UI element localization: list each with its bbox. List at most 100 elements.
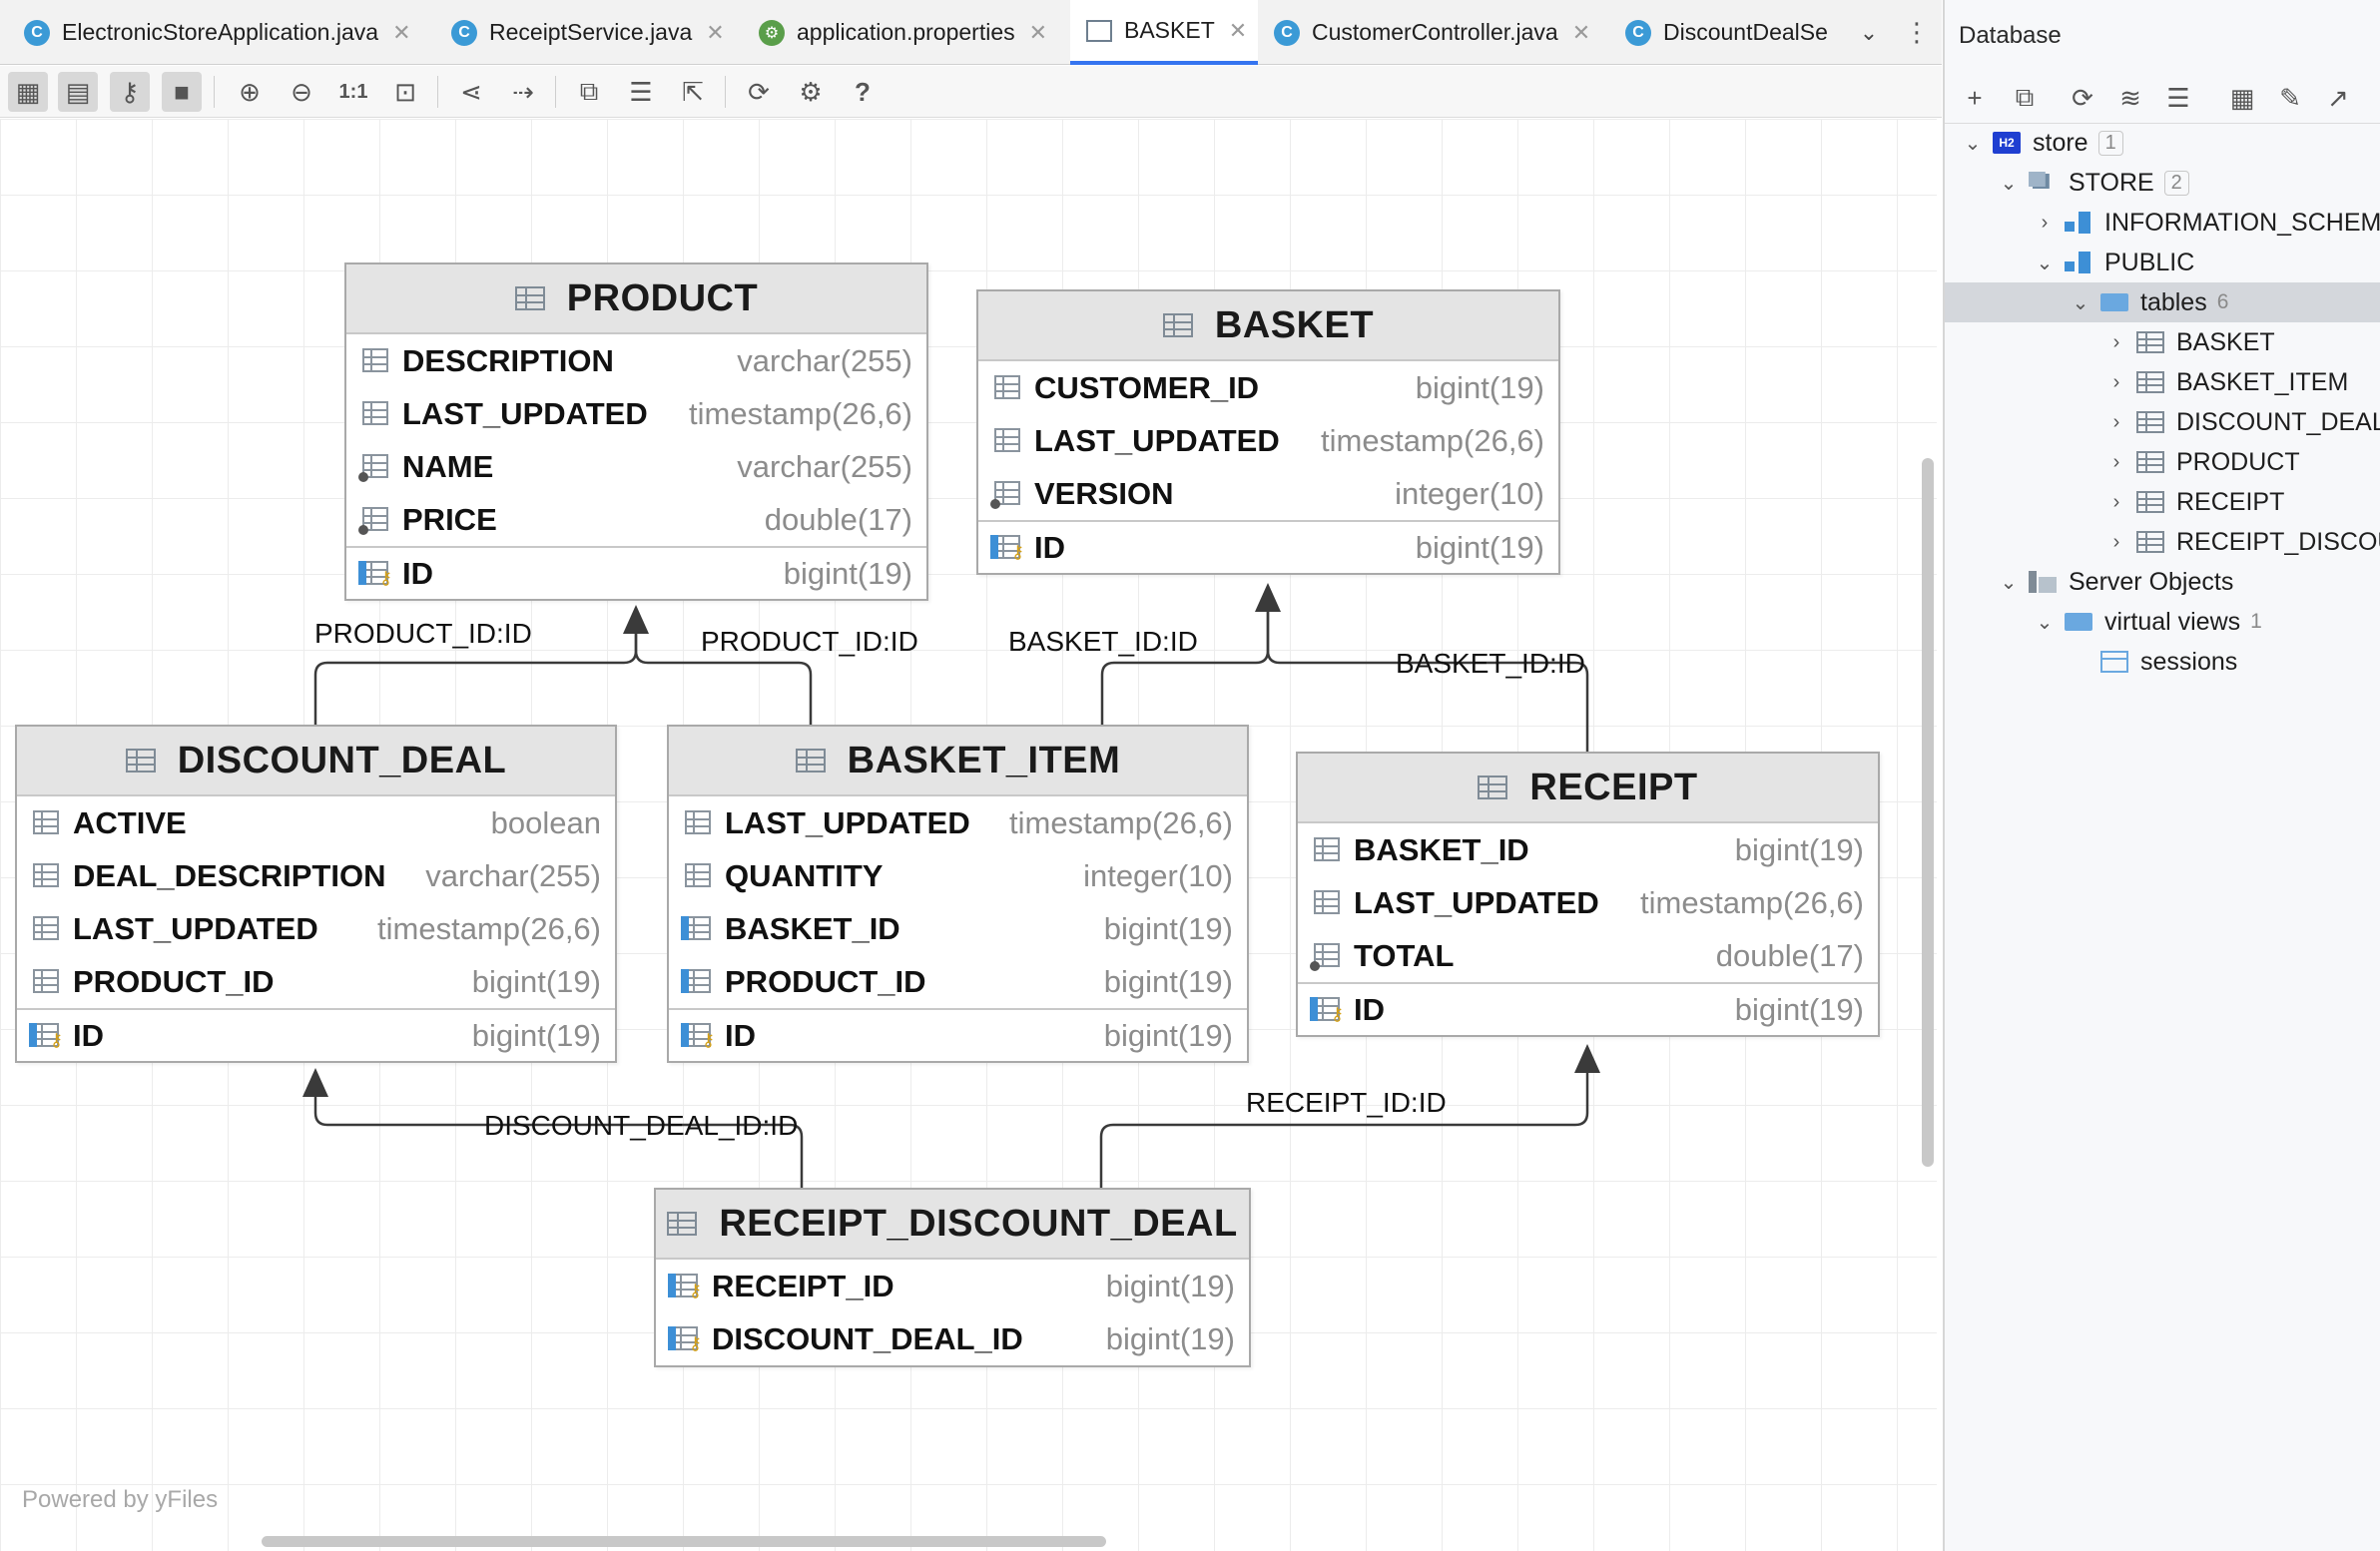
column-row[interactable]: PRODUCT_ID bigint(19) <box>17 955 615 1008</box>
chevron-right-icon[interactable]: › <box>2104 451 2128 474</box>
chevron-down-icon[interactable]: ⌄ <box>1849 0 1889 65</box>
show-comments-icon[interactable]: ■ <box>162 72 202 112</box>
tree-item-basket-item[interactable]: › BASKET_ITEM <box>1945 362 2380 402</box>
tree-item-virtual-views[interactable]: ⌄ virtual views 1 <box>1945 602 2380 642</box>
copy-diagram-icon[interactable]: ⧉ <box>569 72 609 112</box>
tree-item-store[interactable]: ⌄ H2 store 1 <box>1945 123 2380 163</box>
chevron-right-icon[interactable]: › <box>2104 531 2128 554</box>
entity-receipt[interactable]: RECEIPT BASKET_ID bigint(19) LAST_UPDATED… <box>1296 752 1880 1037</box>
close-icon[interactable]: ✕ <box>1572 20 1590 46</box>
data-source-icon[interactable]: ☰ <box>2158 78 2198 118</box>
column-row[interactable]: LAST_UPDATED timestamp(26,6) <box>669 796 1247 849</box>
close-icon[interactable]: ✕ <box>1229 18 1247 44</box>
layout-icon[interactable]: ⋖ <box>451 72 491 112</box>
column-row[interactable]: CUSTOMER_ID bigint(19) <box>978 361 1558 414</box>
schema-settings-icon[interactable]: ≋ <box>2110 78 2150 118</box>
show-table-icon[interactable]: ▤ <box>58 72 98 112</box>
chevron-down-icon[interactable]: ⌄ <box>2033 251 2057 275</box>
chevron-right-icon[interactable]: › <box>2033 212 2057 235</box>
refresh-icon[interactable]: ⟳ <box>739 72 779 112</box>
tab-application-properties[interactable]: ⚙ application.properties ✕ <box>759 0 1068 65</box>
tree-item-basket[interactable]: › BASKET <box>1945 322 2380 362</box>
jump-to-icon[interactable]: ↗ <box>2318 78 2358 118</box>
edit-icon[interactable]: ✎ <box>2270 78 2310 118</box>
entity-receipt-discount-deal[interactable]: RECEIPT_DISCOUNT_DEAL ⚷ RECEIPT_ID bigint(… <box>654 1188 1251 1367</box>
column-row[interactable]: PRICE double(17) <box>346 493 926 546</box>
tree-item-receipt[interactable]: › RECEIPT <box>1945 482 2380 522</box>
fit-content-icon[interactable]: ⊡ <box>385 72 425 112</box>
tree-item-tables[interactable]: ⌄ tables 6 <box>1945 282 2380 322</box>
column-row[interactable]: DEAL_DESCRIPTION varchar(255) <box>17 849 615 902</box>
entity-product[interactable]: PRODUCT DESCRIPTION varchar(255) LAST_UPD… <box>344 262 928 601</box>
tab-basket[interactable]: BASKET ✕ <box>1070 0 1258 65</box>
route-edges-icon[interactable]: ⇢ <box>503 72 543 112</box>
column-row[interactable]: LAST_UPDATED timestamp(26,6) <box>978 414 1558 467</box>
tree-item-sessions[interactable]: sessions <box>1945 642 2380 682</box>
tree-item-public[interactable]: ⌄ PUBLIC <box>1945 243 2380 282</box>
column-row[interactable]: LAST_UPDATED timestamp(26,6) <box>17 902 615 955</box>
chevron-down-icon[interactable]: ⌄ <box>2069 290 2092 315</box>
column-row[interactable]: VERSION integer(10) <box>978 467 1558 520</box>
entity-discount-deal[interactable]: DISCOUNT_DEAL ACTIVE boolean DEAL_DESCRIP… <box>15 725 617 1063</box>
chevron-right-icon[interactable]: › <box>2104 371 2128 394</box>
more-vertical-icon[interactable]: ⋮ <box>1902 0 1932 65</box>
tree-item-information-schema[interactable]: › INFORMATION_SCHEMA <box>1945 203 2380 243</box>
vertical-scrollbar[interactable] <box>1922 458 1934 1167</box>
close-icon[interactable]: ✕ <box>392 20 410 46</box>
tab-customer-controller[interactable]: C CustomerController.java ✕ <box>1274 0 1603 65</box>
tree-item-server-objects[interactable]: ⌄ Server Objects <box>1945 562 2380 602</box>
diagram-canvas[interactable]: PRODUCT_ID:ID PRODUCT_ID:ID BASKET_ID:ID… <box>0 119 1937 1551</box>
chevron-down-icon[interactable]: ⌄ <box>1997 570 2021 595</box>
java-class-icon: C <box>1274 19 1300 46</box>
tree-item-receipt-discount-deal[interactable]: › RECEIPT_DISCOUNT_DEAL <box>1945 522 2380 562</box>
help-button[interactable]: ? <box>843 72 883 112</box>
horizontal-scrollbar[interactable] <box>262 1536 1106 1547</box>
chevron-right-icon[interactable]: › <box>2104 331 2128 354</box>
refresh-icon[interactable]: ⟳ <box>2063 78 2102 118</box>
primary-key-row[interactable]: ⚷ ID bigint(19) <box>1298 982 1878 1035</box>
tree-item-product[interactable]: › PRODUCT <box>1945 442 2380 482</box>
table-view-icon[interactable]: ▦ <box>2222 78 2262 118</box>
chevron-down-icon[interactable]: ⌄ <box>1961 131 1985 156</box>
column-row[interactable]: BASKET_ID bigint(19) <box>669 902 1247 955</box>
column-row[interactable]: LAST_UPDATED timestamp(26,6) <box>1298 876 1878 929</box>
primary-key-row[interactable]: ⚷ ID bigint(19) <box>978 520 1558 573</box>
primary-key-row[interactable]: ⚷ ID bigint(19) <box>669 1008 1247 1061</box>
apply-layout-icon[interactable]: ☰ <box>621 72 661 112</box>
column-row[interactable]: ACTIVE boolean <box>17 796 615 849</box>
column-row[interactable]: ⚷ DISCOUNT_DEAL_ID bigint(19) <box>656 1312 1249 1365</box>
column-row[interactable]: LAST_UPDATED timestamp(26,6) <box>346 387 926 440</box>
primary-key-row[interactable]: ⚷ ID bigint(19) <box>346 546 926 599</box>
primary-key-row[interactable]: ⚷ ID bigint(19) <box>17 1008 615 1061</box>
column-row[interactable]: BASKET_ID bigint(19) <box>1298 823 1878 876</box>
column-type: double(17) <box>1715 937 1864 973</box>
zoom-in-icon[interactable]: ⊕ <box>230 72 270 112</box>
show-columns-icon[interactable]: ▦ <box>8 72 48 112</box>
zoom-out-icon[interactable]: ⊖ <box>282 72 321 112</box>
chevron-down-icon[interactable]: ⌄ <box>1997 171 2021 196</box>
column-row[interactable]: NAME varchar(255) <box>346 440 926 493</box>
chevron-right-icon[interactable]: › <box>2104 491 2128 514</box>
chevron-right-icon[interactable]: › <box>2104 411 2128 434</box>
column-row[interactable]: PRODUCT_ID bigint(19) <box>669 955 1247 1008</box>
entity-basket[interactable]: BASKET CUSTOMER_ID bigint(19) LAST_UPDATE… <box>976 289 1560 575</box>
tab-electronic-store-application[interactable]: C ElectronicStoreApplication.java ✕ <box>24 0 423 65</box>
column-row[interactable]: TOTAL double(17) <box>1298 929 1878 982</box>
actual-size-button[interactable]: 1:1 <box>333 72 373 112</box>
export-icon[interactable]: ⇱ <box>673 72 713 112</box>
tree-item-discount-deal[interactable]: › DISCOUNT_DEAL <box>1945 402 2380 442</box>
column-row[interactable]: QUANTITY integer(10) <box>669 849 1247 902</box>
chevron-down-icon[interactable]: ⌄ <box>2033 610 2057 635</box>
show-keys-icon[interactable]: ⚷ <box>110 72 150 112</box>
duplicate-icon[interactable]: ⧉ <box>2005 78 2045 118</box>
close-icon[interactable]: ✕ <box>706 20 724 46</box>
tab-discount-deal-service[interactable]: C DiscountDealSe <box>1625 0 1835 65</box>
close-icon[interactable]: ✕ <box>1029 20 1047 46</box>
column-row[interactable]: ⚷ RECEIPT_ID bigint(19) <box>656 1260 1249 1312</box>
column-row[interactable]: DESCRIPTION varchar(255) <box>346 334 926 387</box>
entity-basket-item[interactable]: BASKET_ITEM LAST_UPDATED timestamp(26,6) … <box>667 725 1249 1063</box>
tree-item-store-db[interactable]: ⌄ STORE 2 <box>1945 163 2380 203</box>
tab-receipt-service[interactable]: C ReceiptService.java ✕ <box>451 0 741 65</box>
gear-icon[interactable]: ⚙ <box>791 72 831 112</box>
add-icon[interactable]: + <box>1955 78 1995 118</box>
